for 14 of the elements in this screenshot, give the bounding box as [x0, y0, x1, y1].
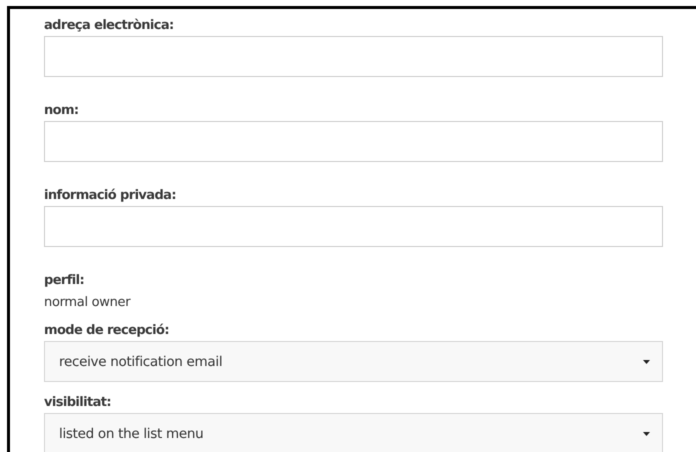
caret-icon	[643, 432, 650, 436]
dropdown[interactable]: receive notification email	[44, 341, 663, 382]
field-label: perfil:	[44, 273, 84, 288]
field-label: informació privada:	[44, 188, 176, 203]
dropdown[interactable]: listed on the list menu	[44, 413, 663, 452]
field-label: adreça electrònica:	[44, 18, 174, 33]
caret-icon	[643, 360, 650, 364]
field-value: normal owner	[44, 295, 130, 310]
input-field[interactable]	[44, 121, 663, 162]
field-label: mode de recepció:	[44, 323, 169, 338]
field-label: nom:	[44, 103, 79, 118]
input-field[interactable]	[44, 36, 663, 77]
input-field[interactable]	[44, 206, 663, 247]
field-label: visibilitat:	[44, 395, 111, 410]
